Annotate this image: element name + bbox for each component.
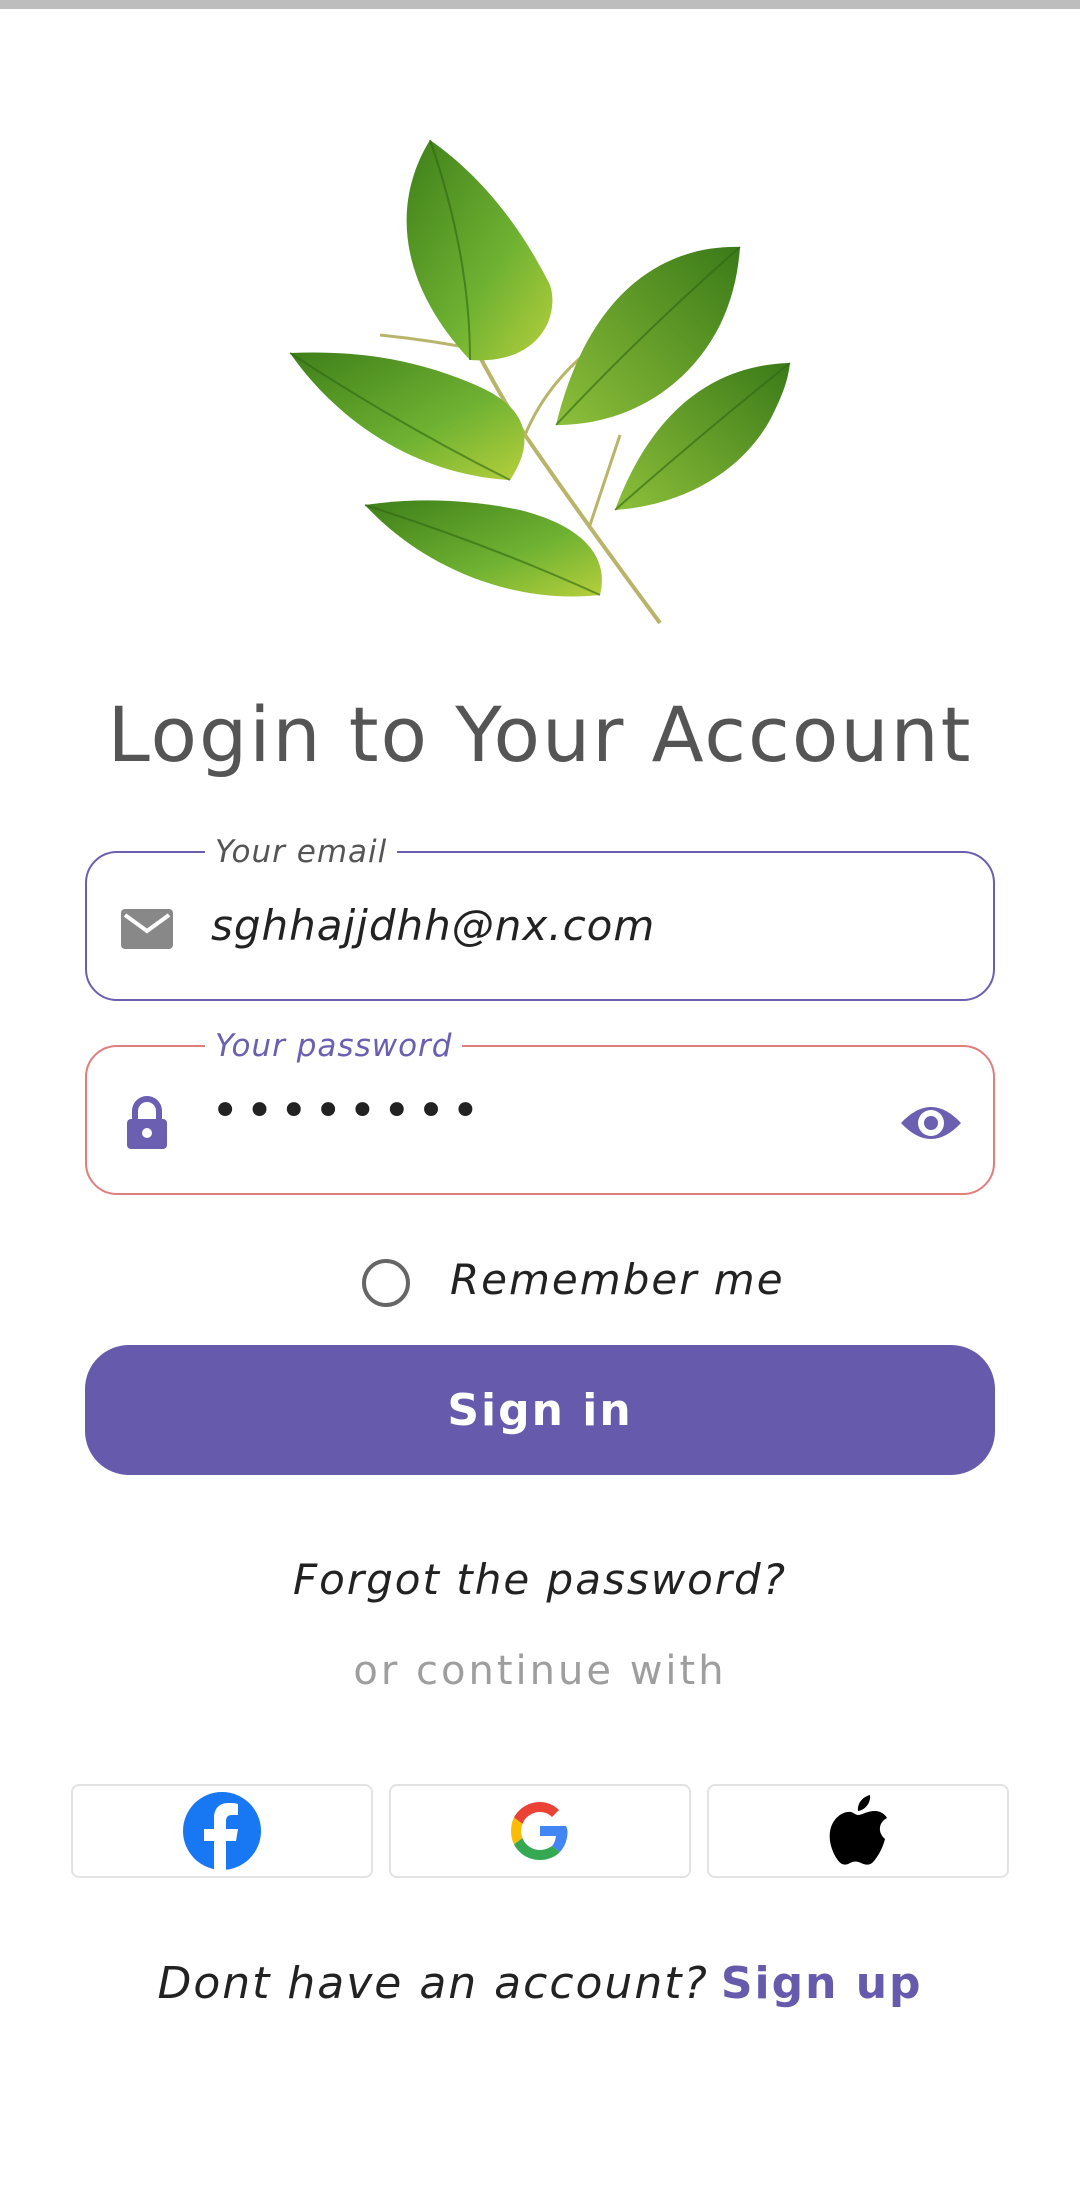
- sign-up-link[interactable]: Sign up: [721, 1958, 923, 2009]
- apple-login-button[interactable]: [707, 1784, 1009, 1878]
- mail-icon: [121, 909, 173, 949]
- forgot-password-link[interactable]: Forgot the password?: [0, 1555, 1080, 1604]
- email-label: Your email: [205, 834, 398, 870]
- remember-me-radio[interactable]: [362, 1259, 410, 1307]
- signup-row: Dont have an account? Sign up: [0, 1958, 1080, 2009]
- facebook-icon: [183, 1792, 261, 1871]
- eye-icon[interactable]: [899, 1097, 963, 1149]
- google-login-button[interactable]: [389, 1784, 691, 1878]
- continue-with-label: or continue with: [353, 1648, 727, 1694]
- password-field[interactable]: Your password ••••••••: [85, 1028, 995, 1195]
- google-icon: [511, 1802, 568, 1860]
- page-title: Login to Your Account: [107, 690, 973, 779]
- signup-question: Dont have an account?: [157, 1958, 709, 2009]
- top-status-strip: [0, 0, 1080, 9]
- remember-me-label: Remember me: [450, 1255, 785, 1304]
- facebook-login-button[interactable]: [71, 1784, 373, 1878]
- sign-in-button[interactable]: Sign in: [85, 1345, 995, 1475]
- apple-icon: [829, 1795, 887, 1865]
- leaf-logo-icon: [289, 139, 791, 625]
- password-input[interactable]: ••••••••: [211, 1083, 486, 1139]
- remember-me-row[interactable]: Remember me: [0, 1255, 1080, 1311]
- lock-icon: [127, 1096, 167, 1149]
- email-input[interactable]: sghhajjdhh@nx.com: [211, 901, 655, 950]
- email-field[interactable]: Your email sghhajjdhh@nx.com: [85, 834, 995, 1001]
- password-label: Your password: [205, 1028, 463, 1064]
